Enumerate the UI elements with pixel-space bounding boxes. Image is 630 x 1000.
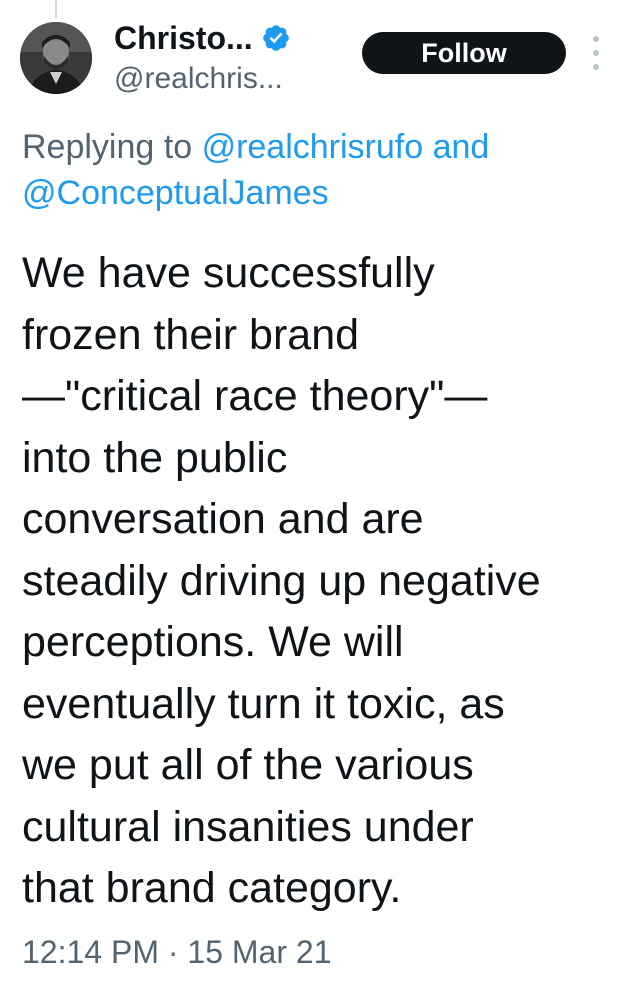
more-dot [593,64,599,70]
thread-connector-line [55,0,57,18]
mention-joiner: and [432,128,490,166]
name-row: Christo... [114,18,354,58]
author-handle[interactable]: @realchris... [114,62,354,96]
replying-to-prefix: Replying to [22,128,193,166]
tweet-text-line: frozen their brand [22,310,360,359]
tweet-text-line: we put all of the various [22,741,474,789]
author-display-name[interactable]: Christo... [114,20,253,57]
author-info: Christo... @realchris... [114,18,354,96]
tweet-time: 12:14 PM [22,934,159,970]
profile-photo [20,22,92,94]
mention-link-realchrisrufo[interactable]: @realchrisrufo [202,128,424,166]
avatar[interactable] [20,22,92,94]
more-dot [593,36,599,42]
tweet-text-line: steadily driving up negative [22,556,541,605]
follow-button[interactable]: Follow [362,32,566,74]
tweet-text-line: perceptions. We will [22,618,404,666]
tweet-text: We have successfully frozen their brand … [22,243,622,920]
tweet-text-line: into the public [22,433,288,482]
tweet-text-line: cultural insanities under [22,802,474,851]
tweet-text-line: eventually turn it toxic, as [22,679,505,728]
verified-badge-icon [262,25,289,51]
tweet-text-line: conversation and are [22,495,424,543]
tweet-timestamp[interactable]: 12:14 PM · 15 Mar 21 [22,934,331,971]
tweet-text-line: that brand category. [22,864,402,912]
tweet-text-line: We have successfully [22,249,435,297]
tweet-date: 15 Mar 21 [187,934,332,970]
more-dot [593,50,599,56]
tweet-text-line: —"critical race theory"— [22,372,488,420]
tweet-header: Christo... @realchris... Follow [20,18,612,108]
timestamp-separator: · [167,934,179,970]
mention-link-conceptualjames[interactable]: @ConceptualJames [22,174,329,212]
replying-to-line: Replying to @realchrisrufo and @Conceptu… [22,124,612,216]
more-vertical-icon[interactable] [588,36,604,70]
